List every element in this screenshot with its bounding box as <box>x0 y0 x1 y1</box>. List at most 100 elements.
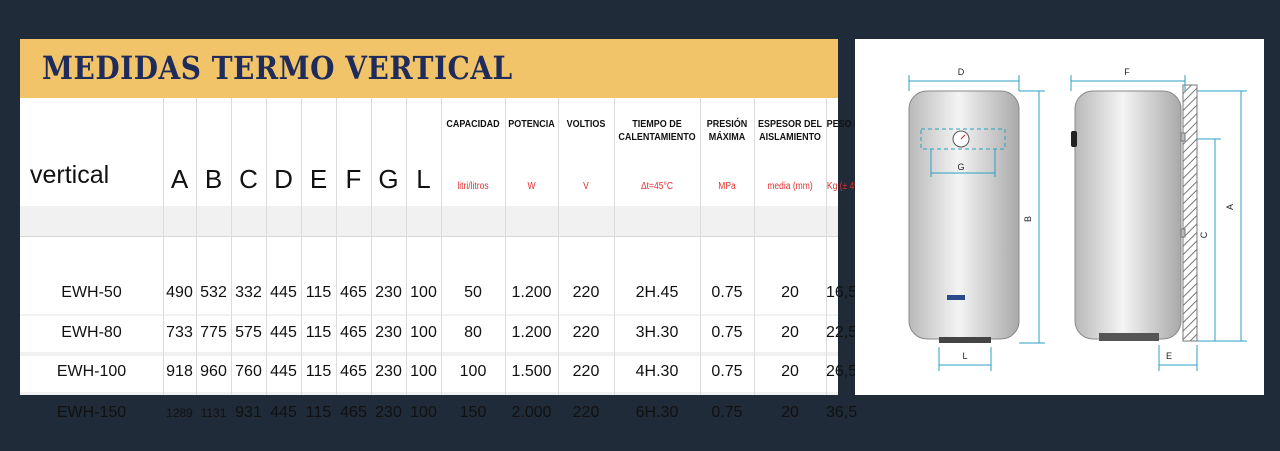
spec-cell: 0.75 <box>711 324 743 341</box>
dim-label-a: A <box>1225 204 1235 210</box>
spec-header-0: CAPACIDAD <box>446 119 500 130</box>
spec-header-1: POTENCIA <box>508 119 555 130</box>
dim-label-f: F <box>1124 67 1130 77</box>
column-divider <box>441 98 442 395</box>
dimension-cell: 465 <box>340 363 367 380</box>
spec-cell: 220 <box>572 284 600 301</box>
column-divider <box>371 98 372 395</box>
dimension-cell: 100 <box>410 284 437 301</box>
spec-unit-1: W <box>527 181 536 192</box>
table-title-bar: MEDIDAS TERMO VERTICAL <box>20 39 838 98</box>
dimension-cell: 445 <box>270 363 297 380</box>
dimension-cell: 332 <box>235 284 262 301</box>
spec-header-2: VOLTIOS <box>566 119 606 130</box>
spec-cell: 1.200 <box>511 324 552 341</box>
brand-logo-icon <box>947 295 965 300</box>
front-view: D G B L <box>908 67 1045 371</box>
spec-unit-2: V <box>583 181 589 192</box>
column-divider <box>406 98 407 395</box>
dimension-cell: 115 <box>305 363 332 380</box>
dimension-cell: 445 <box>270 404 297 421</box>
spec-cell: 20 <box>781 324 799 341</box>
header-spacer-band <box>20 206 838 236</box>
column-divider <box>505 98 506 395</box>
dimension-cell: 931 <box>235 404 262 421</box>
table-title: MEDIDAS TERMO VERTICAL <box>42 49 513 87</box>
column-divider <box>700 98 701 395</box>
technical-drawing: D G B L F A C E <box>855 39 1264 395</box>
spec-cell: 220 <box>572 363 600 380</box>
column-divider <box>301 98 302 395</box>
side-view: F A C E <box>1070 67 1247 371</box>
column-divider <box>266 98 267 395</box>
header-bottom-line <box>20 236 838 237</box>
model-name: EWH-50 <box>61 284 122 301</box>
row-divider <box>20 392 838 395</box>
dimension-cell: 230 <box>375 284 402 301</box>
side-gauge-knob <box>1071 131 1077 147</box>
dimension-header-b: B <box>204 164 223 194</box>
dimension-header-c: C <box>239 164 258 194</box>
dimension-cell: 760 <box>235 363 262 380</box>
spec-cell: 20 <box>781 363 799 380</box>
spec-cell: 16,5 <box>826 284 858 301</box>
dimensions-table: MEDIDAS TERMO VERTICAL vertical A B C D E F G L C… <box>20 39 879 421</box>
dimension-cell: 115 <box>305 404 332 421</box>
spec-cell: 20 <box>781 404 799 421</box>
column-divider <box>826 98 827 395</box>
spec-header-5: ESPESOR DEL AISLAMIENTO <box>757 119 823 143</box>
dimension-cell: 1289 <box>166 406 193 420</box>
dimension-cell: 490 <box>166 284 193 301</box>
front-bottom-base <box>939 337 991 343</box>
wall-hatch <box>1182 84 1198 342</box>
spec-cell: 22,5 <box>826 324 858 341</box>
spec-header-4: PRESIÓN MÁXIMA <box>706 119 748 143</box>
dim-label-g: G <box>957 162 964 172</box>
dimension-cell: 445 <box>270 324 297 341</box>
column-divider <box>196 98 197 395</box>
spec-unit-3: Δt=45°C <box>640 181 674 192</box>
column-divider <box>614 98 615 395</box>
side-tank-body <box>1074 90 1182 340</box>
row-divider <box>20 352 838 356</box>
dimension-header-e: E <box>309 164 328 194</box>
spec-header-3: TIEMPO DE CALENTAMIENTO <box>618 119 696 143</box>
dimension-cell: 445 <box>270 284 297 301</box>
spec-cell: 2.000 <box>511 404 552 421</box>
column-divider <box>231 98 232 395</box>
spec-cell: 100 <box>459 363 487 380</box>
spec-cell: 80 <box>464 324 482 341</box>
row-label-header: vertical <box>30 161 110 189</box>
dimension-cell: 100 <box>410 404 437 421</box>
spec-cell: 36,5 <box>826 404 858 421</box>
front-tank-body <box>908 90 1020 340</box>
dimension-cell: 918 <box>166 363 193 380</box>
dimension-cell: 1131 <box>200 406 227 420</box>
spec-cell: 1.500 <box>511 363 552 380</box>
dimension-cell: 115 <box>305 324 332 341</box>
spec-cell: 0.75 <box>711 363 743 380</box>
dimension-cell: 465 <box>340 284 367 301</box>
column-divider <box>336 98 337 395</box>
spec-cell: 1.200 <box>511 284 552 301</box>
dimension-cell: 230 <box>375 363 402 380</box>
spec-unit-5: media (mm) <box>767 181 813 192</box>
dimension-cell: 230 <box>375 404 402 421</box>
dimension-cell: 115 <box>305 284 332 301</box>
spec-cell: 150 <box>459 404 487 421</box>
dim-label-c: C <box>1199 231 1209 238</box>
spec-cell: 3H.30 <box>635 324 679 341</box>
dimension-header-g: G <box>378 164 399 194</box>
dim-label-d: D <box>958 67 965 77</box>
spec-unit-4: MPa <box>718 181 736 192</box>
column-divider <box>558 98 559 395</box>
dimension-cell: 775 <box>200 324 227 341</box>
dimension-header-a: A <box>170 164 189 194</box>
dimension-header-f: F <box>345 164 362 194</box>
dimension-header-d: D <box>274 164 293 194</box>
spec-cell: 2H.45 <box>635 284 679 301</box>
column-divider <box>163 98 164 395</box>
dim-label-l: L <box>962 351 967 361</box>
spec-unit-6: Kg (± 4%) <box>826 181 865 192</box>
dimension-cell: 960 <box>200 363 227 380</box>
